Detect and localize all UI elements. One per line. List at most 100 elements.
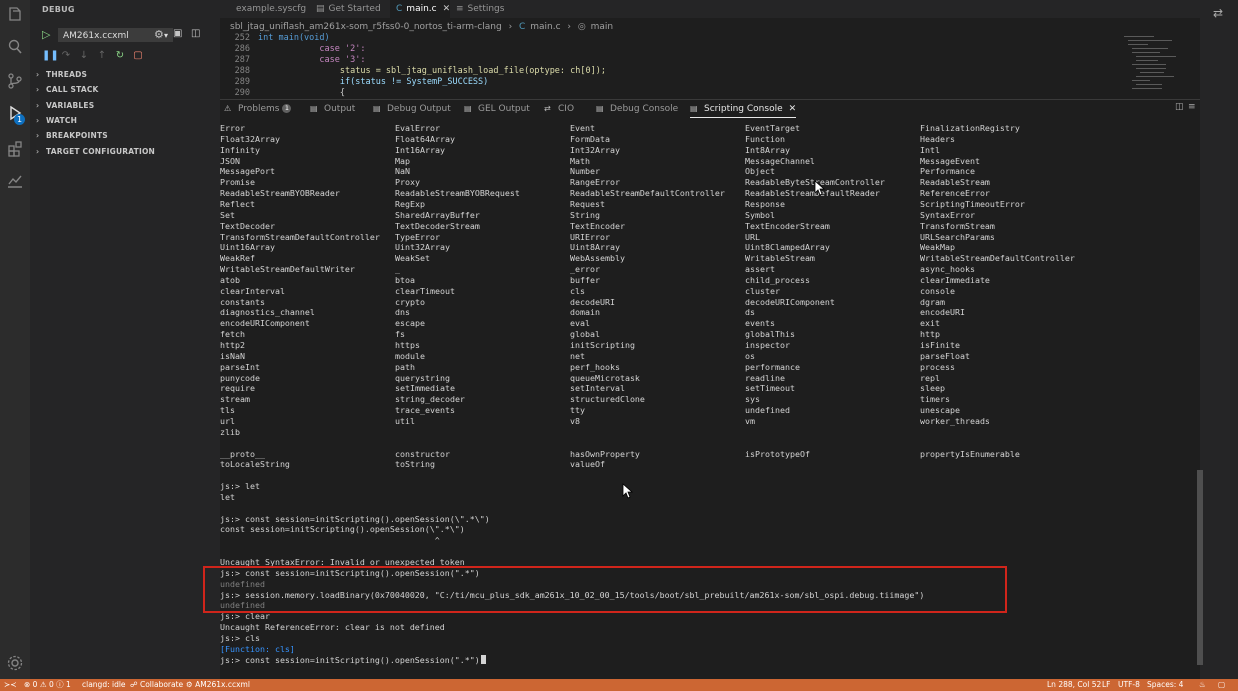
restart-icon[interactable]: ↻ xyxy=(114,50,126,62)
close-icon[interactable]: ✕ xyxy=(789,104,797,114)
tab-problems[interactable]: ⚠ Problems 1 xyxy=(224,102,292,118)
console-completion-item: isFinite xyxy=(920,340,960,350)
tab-settings[interactable]: ≡ Settings xyxy=(450,0,510,18)
console-completion-item: valueOf xyxy=(570,459,605,470)
source-control-icon[interactable] xyxy=(6,72,24,90)
terminal-icon[interactable]: ▣ xyxy=(173,28,182,39)
panel-menu-icon[interactable]: ≡ xyxy=(1188,102,1196,112)
console-completion-item: initScripting xyxy=(570,340,635,350)
search-icon[interactable] xyxy=(6,38,24,56)
console-completion-item: _ xyxy=(395,264,400,275)
console-completion-item: module xyxy=(395,350,425,361)
console-completion-row: WritableStreamDefaultWriter _ _error assert… xyxy=(220,264,1200,275)
console-completion-item: encodeURI xyxy=(920,307,965,318)
tab-scripting-console[interactable]: ▤ Scripting Console ✕ xyxy=(690,102,797,118)
console-completion-item: diagnostics_channel xyxy=(220,307,315,318)
tab-cio[interactable]: ⇄ CIO xyxy=(544,102,574,118)
breadcrumb-symbol[interactable]: main xyxy=(591,22,614,32)
linter-status[interactable]: clangd: idle xyxy=(82,679,126,691)
warning-icon: ⚠ xyxy=(224,104,232,113)
pause-icon[interactable]: ❚❚ xyxy=(42,50,59,62)
chart-icon[interactable] xyxy=(6,172,24,190)
console-completion-item: process xyxy=(920,361,955,372)
tab-main-c[interactable]: Cmain.c ✕ xyxy=(390,0,450,18)
tab-gel-output[interactable]: ▤ GEL Output xyxy=(464,102,530,118)
console-completion-row: MessagePort NaN Number Object Performance xyxy=(220,166,1200,177)
console-completion-item: Int8Array xyxy=(745,144,790,155)
console-completion-item: trace_events xyxy=(395,405,455,416)
section-breakpoints[interactable]: › BREAKPOINTS xyxy=(36,131,108,140)
console-completion-row: stream string_decoder structuredClone sys ti… xyxy=(220,394,1200,405)
eol-status[interactable]: LF xyxy=(1102,679,1111,691)
console-completion-item: Performance xyxy=(920,166,975,177)
console-completion-item: TransformStream xyxy=(920,220,995,231)
remote-icon[interactable]: ≻≺ xyxy=(4,679,17,691)
c-file-icon: C xyxy=(396,4,403,14)
console-completion-item: toLocaleString xyxy=(220,459,290,470)
step-into-icon[interactable]: ↓ xyxy=(78,50,90,62)
console-line: let xyxy=(220,491,235,502)
indent-status[interactable]: Spaces: 4 xyxy=(1147,679,1183,691)
close-icon[interactable]: ✕ xyxy=(443,4,451,14)
section-watch[interactable]: › WATCH xyxy=(36,116,77,125)
step-out-icon[interactable]: ↑ xyxy=(96,50,108,62)
stop-icon[interactable]: ▢ xyxy=(132,50,144,62)
console-completion-item: WeakSet xyxy=(395,253,430,264)
console-completion-item: Int32Array xyxy=(570,144,620,155)
console-completion-item: Intl xyxy=(920,144,940,155)
debug-console-icon: ▤ xyxy=(596,104,604,113)
console-completion-row: Reflect RegExp Request Response ScriptingTim… xyxy=(220,199,1200,210)
extensions-icon[interactable] xyxy=(6,140,24,158)
console-completion-item: performance xyxy=(745,361,800,372)
console-completion-item: parseFloat xyxy=(920,350,970,361)
console-completion-item: https xyxy=(395,340,420,350)
tab-get-started[interactable]: ▤ Get Started xyxy=(310,0,390,18)
tab-output[interactable]: ▤ Output xyxy=(310,102,355,118)
console-completion-item: URLSearchParams xyxy=(920,231,995,242)
code-editor[interactable]: 252 int main(void) 286 case '2': 287 case… xyxy=(220,33,1120,98)
layout-icon[interactable]: ▢ xyxy=(1218,679,1225,691)
console-completion-item: worker_threads xyxy=(920,415,990,426)
console-completion-row: fetch fs global globalThis http xyxy=(220,329,1200,340)
console-completion-item: undefined xyxy=(745,405,790,416)
section-threads[interactable]: › THREADS xyxy=(36,70,87,79)
problems-status[interactable]: ⊗ 0 ⚠ 0 ⓘ 1 xyxy=(24,679,71,691)
section-target-configuration[interactable]: › TARGET CONFIGURATION xyxy=(36,147,155,156)
console-completion-row: clearInterval clearTimeout cls cluster conso… xyxy=(220,286,1200,297)
scripting-console-icon: ▤ xyxy=(690,104,698,113)
console-completion-item: ScriptingTimeoutError xyxy=(920,198,1025,209)
folder-icon[interactable]: ◫ xyxy=(191,28,200,39)
console-completion-item: assert xyxy=(745,264,775,275)
tab-debug-output[interactable]: ▤ Debug Output xyxy=(373,102,451,118)
console-completion-item: Float32Array xyxy=(220,133,280,144)
cursor-position[interactable]: Ln 288, Col 52 xyxy=(1047,679,1101,691)
target-status[interactable]: ⚙ AM261x.ccxml xyxy=(186,679,250,691)
bell-icon[interactable]: ♨ xyxy=(1199,679,1206,691)
minimap[interactable] xyxy=(1120,33,1200,97)
breadcrumb-file[interactable]: main.c xyxy=(530,22,560,32)
gear-icon[interactable]: ⚙ xyxy=(154,28,164,41)
console-completion-item: TypeError xyxy=(395,231,440,242)
console-completion-item: Set xyxy=(220,209,235,220)
console-completion-item: Request xyxy=(570,198,605,209)
explorer-icon[interactable] xyxy=(6,6,24,24)
collaborate-button[interactable]: ☍ Collaborate xyxy=(130,679,183,691)
console-completion-item: dgram xyxy=(920,296,945,307)
problems-count: 1 xyxy=(282,104,292,113)
step-over-icon[interactable]: ↷ xyxy=(60,50,72,62)
tab-example-syscfg[interactable]: example.syscfg xyxy=(230,0,310,18)
section-variables[interactable]: › VARIABLES xyxy=(36,101,94,110)
console-completion-item: vm xyxy=(745,415,755,426)
gear-icon[interactable] xyxy=(6,654,24,672)
console-completion-item: hasOwnProperty xyxy=(570,448,640,459)
console-completion-item: SharedArrayBuffer xyxy=(395,209,480,220)
accounts-icon[interactable]: ⇄ xyxy=(1213,6,1223,20)
scrollbar[interactable] xyxy=(1197,470,1203,665)
encoding-status[interactable]: UTF-8 xyxy=(1118,679,1140,691)
tab-debug-console[interactable]: ▤ Debug Console xyxy=(596,102,678,118)
section-call-stack[interactable]: › CALL STACK xyxy=(36,85,99,94)
start-debug-icon[interactable]: ▷ xyxy=(42,28,50,41)
sidebar-title: DEBUG xyxy=(42,5,75,14)
split-panel-icon[interactable]: ◫ xyxy=(1175,102,1184,112)
breadcrumb-project[interactable]: sbl_jtag_uniflash_am261x-som_r5fss0-0_no… xyxy=(230,22,502,32)
